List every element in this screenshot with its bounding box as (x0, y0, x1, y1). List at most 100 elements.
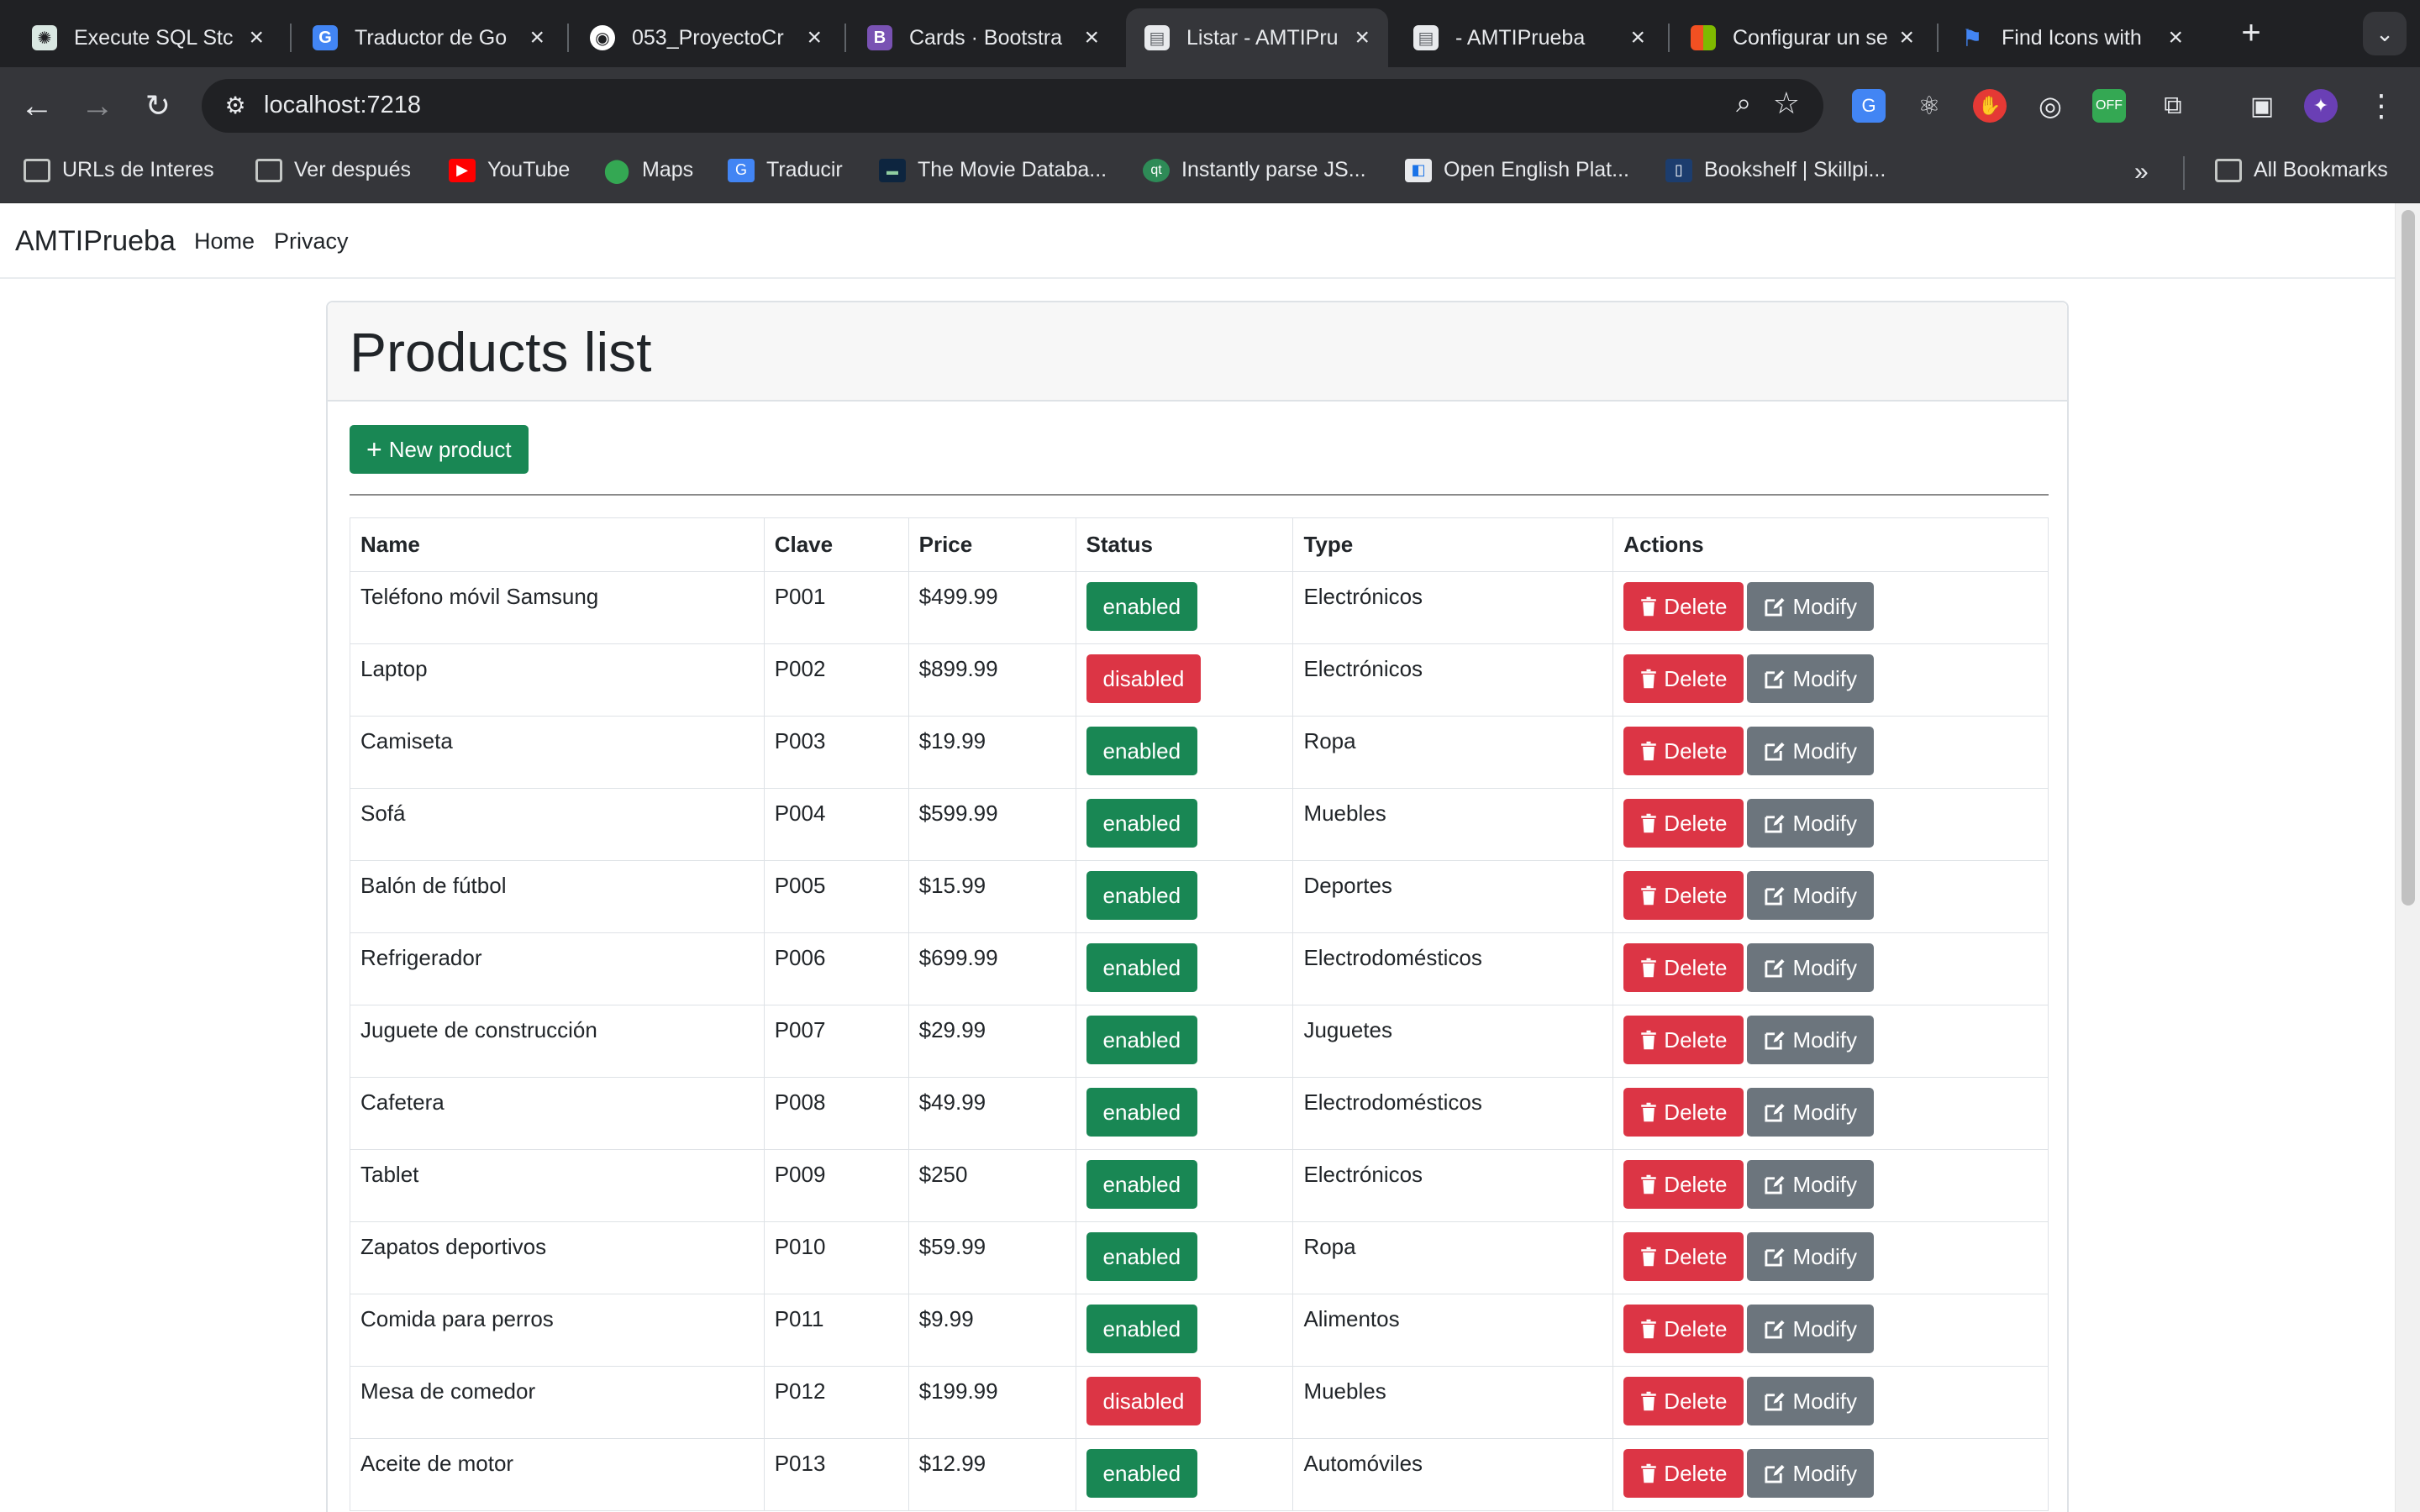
delete-button[interactable]: Delete (1623, 1305, 1744, 1353)
delete-button[interactable]: Delete (1623, 582, 1744, 631)
bookmark-label: YouTube (487, 158, 571, 181)
close-tab-icon[interactable]: × (1630, 24, 1645, 52)
tab-execute-sql[interactable]: ✺ Execute SQL Stc × (13, 8, 282, 67)
product-price: $15.99 (908, 860, 1076, 933)
delete-button[interactable]: Delete (1623, 1449, 1744, 1498)
modify-button[interactable]: Modify (1747, 871, 1875, 920)
more-menu-icon[interactable]: ⋮ (2361, 86, 2402, 126)
react-devtools-icon[interactable]: ⚛ (1912, 89, 1946, 123)
address-bar[interactable]: ⚙ localhost:7218 ⌕ ☆ (202, 79, 1823, 133)
bookmark-traducir[interactable]: G Traducir (728, 158, 843, 182)
side-panel-icon[interactable]: ▣ (2245, 89, 2279, 123)
edit-icon (1764, 1029, 1786, 1051)
tab-search-button[interactable]: ⌄ (2363, 12, 2407, 55)
delete-button[interactable]: Delete (1623, 1232, 1744, 1281)
zoom-icon[interactable]: ⌕ (1736, 87, 1751, 119)
actions-cell: Delete Modify (1612, 1149, 2049, 1222)
close-tab-icon[interactable]: × (1084, 24, 1099, 52)
new-product-button[interactable]: + New product (350, 425, 529, 474)
bookmark-star-icon[interactable]: ☆ (1773, 86, 1800, 121)
modify-button[interactable]: Modify (1747, 654, 1875, 703)
delete-button[interactable]: Delete (1623, 1088, 1744, 1137)
reload-button[interactable]: ↻ (138, 86, 178, 126)
modify-button[interactable]: Modify (1747, 943, 1875, 992)
status-cell: enabled (1075, 860, 1294, 933)
modify-button[interactable]: Modify (1747, 582, 1875, 631)
nav-link-home[interactable]: Home (194, 228, 255, 255)
tab-find-icons[interactable]: ⚑ Find Icons with × (1941, 8, 2202, 67)
tab-configurar[interactable]: Configurar un se × (1672, 8, 1933, 67)
product-type: Muebles (1292, 1366, 1614, 1439)
bookmark-ver-despues[interactable]: Ver después (255, 158, 411, 182)
page-scrollbar[interactable] (2395, 203, 2420, 1512)
modify-button[interactable]: Modify (1747, 727, 1875, 775)
tab-bootstrap[interactable]: B Cards · Bootstra × (849, 8, 1118, 67)
close-tab-icon[interactable]: × (1355, 24, 1370, 52)
bookmark-label: Instantly parse JS... (1181, 158, 1366, 181)
bookmark-maps[interactable]: ⬤ Maps (603, 157, 693, 183)
tab-github[interactable]: ◉ 053_ProyectoCr × (571, 8, 840, 67)
new-tab-button[interactable]: + (2230, 12, 2272, 54)
target-extension-icon[interactable]: ◎ (2033, 89, 2067, 123)
bookmark-tmdb[interactable]: ▬ The Movie Databa... (879, 158, 1107, 182)
delete-button[interactable]: Delete (1623, 871, 1744, 920)
site-settings-icon[interactable]: ⚙ (218, 89, 252, 123)
delete-label: Delete (1664, 1243, 1728, 1269)
status-badge: enabled (1086, 1305, 1198, 1353)
extension-off-icon[interactable]: OFF (2092, 89, 2126, 123)
nav-link-privacy[interactable]: Privacy (274, 228, 349, 255)
forward-button[interactable]: → (77, 86, 118, 126)
bookmark-urls-de-interes[interactable]: URLs de Interes (24, 158, 214, 182)
close-tab-icon[interactable]: × (249, 24, 264, 52)
delete-label: Delete (1664, 1026, 1728, 1053)
modify-button[interactable]: Modify (1747, 1377, 1875, 1425)
tab-listar-active[interactable]: ▤ Listar - AMTIPru × (1126, 8, 1388, 67)
card-header: Products list (328, 302, 2067, 402)
delete-button[interactable]: Delete (1623, 1016, 1744, 1064)
bookmark-quicktype[interactable]: qt Instantly parse JS... (1143, 158, 1366, 182)
close-tab-icon[interactable]: × (1899, 24, 1914, 52)
actions-cell: Delete Modify (1612, 571, 2049, 644)
modify-button[interactable]: Modify (1747, 1088, 1875, 1137)
trash-icon (1640, 1391, 1657, 1411)
modify-button[interactable]: Modify (1747, 1016, 1875, 1064)
adblock-icon[interactable]: ✋ (1973, 89, 2007, 123)
profile-avatar[interactable]: ✦ (2304, 89, 2338, 123)
delete-button[interactable]: Delete (1623, 1377, 1744, 1425)
scrollbar-thumb[interactable] (2402, 210, 2415, 906)
column-header-actions: Actions (1612, 517, 2049, 572)
google-translate-extension-icon[interactable]: G (1852, 89, 1886, 123)
delete-button[interactable]: Delete (1623, 1160, 1744, 1209)
product-price: $250 (908, 1149, 1076, 1222)
delete-label: Delete (1664, 1460, 1728, 1486)
product-type: Electrodomésticos (1292, 1077, 1614, 1150)
status-badge: disabled (1086, 1377, 1202, 1425)
more-bookmarks-chevron-icon[interactable]: » (2134, 158, 2149, 186)
delete-button[interactable]: Delete (1623, 727, 1744, 775)
modify-button[interactable]: Modify (1747, 1305, 1875, 1353)
bookmark-open-english[interactable]: ◧ Open English Plat... (1405, 158, 1629, 182)
back-button[interactable]: ← (17, 86, 57, 126)
close-tab-icon[interactable]: × (529, 24, 544, 52)
extensions-puzzle-icon[interactable]: ⧉ (2156, 89, 2190, 123)
github-icon: ◉ (590, 25, 615, 50)
table-header-row: Name Clave Price Status Type Actions (350, 517, 2049, 572)
modify-button[interactable]: Modify (1747, 799, 1875, 848)
close-tab-icon[interactable]: × (2168, 24, 2183, 52)
close-tab-icon[interactable]: × (807, 24, 822, 52)
microsoft-icon (1691, 25, 1716, 50)
tab-amtiprueba[interactable]: ▤ - AMTIPrueba × (1395, 8, 1664, 67)
bookmark-youtube[interactable]: ▶ YouTube (449, 158, 570, 182)
tab-translator[interactable]: G Traductor de Go × (294, 8, 563, 67)
brand-link[interactable]: AMTIPrueba (15, 225, 176, 258)
delete-button[interactable]: Delete (1623, 943, 1744, 992)
product-price: $19.99 (908, 716, 1076, 789)
maps-icon: ⬤ (603, 157, 630, 183)
bookmark-skillpipe[interactable]: ▯ Bookshelf | Skillpi... (1665, 158, 1886, 182)
modify-button[interactable]: Modify (1747, 1232, 1875, 1281)
modify-button[interactable]: Modify (1747, 1160, 1875, 1209)
modify-button[interactable]: Modify (1747, 1449, 1875, 1498)
all-bookmarks[interactable]: All Bookmarks (2215, 158, 2388, 182)
delete-button[interactable]: Delete (1623, 654, 1744, 703)
delete-button[interactable]: Delete (1623, 799, 1744, 848)
